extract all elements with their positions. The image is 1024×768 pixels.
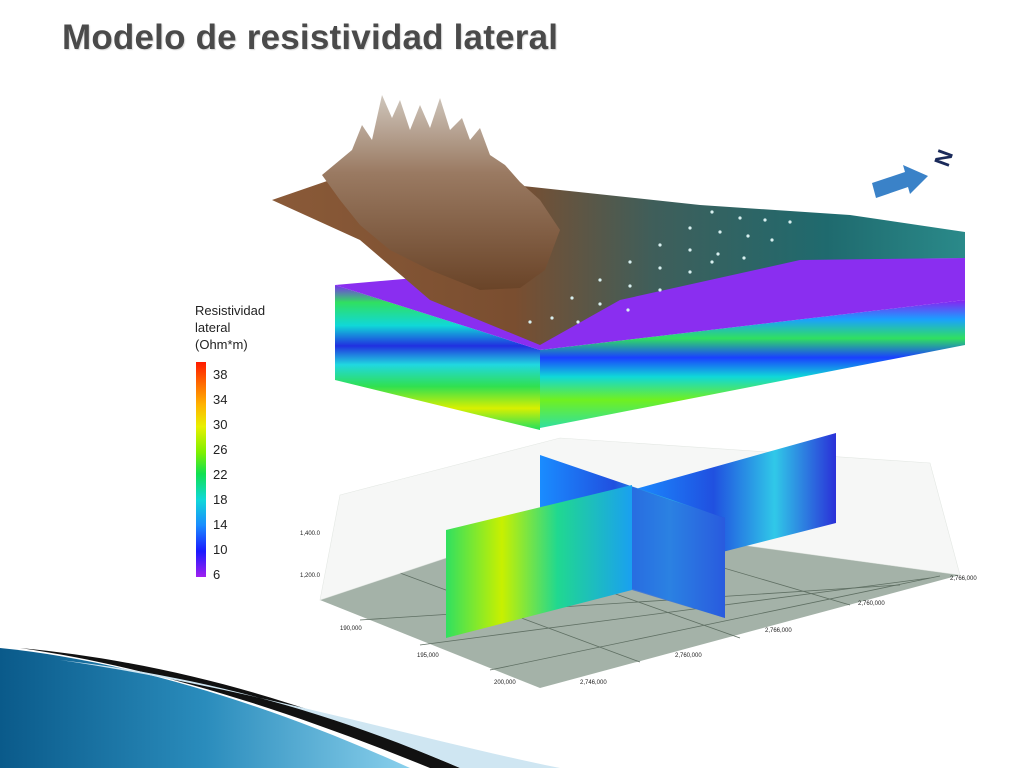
x-tick-label: 195,000 xyxy=(417,653,439,659)
legend-value: 14 xyxy=(213,517,228,532)
legend-value: 18 xyxy=(213,492,228,507)
y-tick-label: 2,766,000 xyxy=(950,576,977,582)
legend-value: 10 xyxy=(213,542,228,557)
north-arrow-icon xyxy=(872,165,928,198)
terrain-mountains xyxy=(322,95,560,290)
y-tick-label: 2,766,000 xyxy=(765,628,792,634)
y-tick-label: 2,746,000 xyxy=(580,680,607,686)
z-tick-label: 1,200.0 xyxy=(300,573,321,579)
z-tick-label: 1,400.0 xyxy=(300,531,321,537)
legend-title-line: Resistividad xyxy=(195,303,266,318)
legend-value: 6 xyxy=(213,567,221,582)
bottom-swoosh-dark xyxy=(0,648,410,768)
legend-title-line: lateral xyxy=(195,320,231,335)
y-tick-label: 2,760,000 xyxy=(858,601,885,607)
legend-title-line: (Ohm*m) xyxy=(195,337,248,352)
x-tick-label: 190,000 xyxy=(340,626,362,632)
legend-labels: 38 34 30 26 22 18 14 10 6 xyxy=(213,367,227,592)
legend-value: 38 xyxy=(213,367,228,382)
legend-value: 30 xyxy=(213,417,228,432)
north-label: N xyxy=(929,146,958,169)
legend-value: 34 xyxy=(213,392,228,407)
resistivity-3d-model: N xyxy=(0,95,965,768)
y-tick-label: 2,760,000 xyxy=(675,653,702,659)
legend-value: 22 xyxy=(213,467,228,482)
legend-title: Resistividad lateral (Ohm*m) xyxy=(195,302,265,353)
x-tick-label: 200,000 xyxy=(494,680,516,686)
legend-value: 26 xyxy=(213,442,228,457)
legend-color-scale xyxy=(196,362,206,577)
